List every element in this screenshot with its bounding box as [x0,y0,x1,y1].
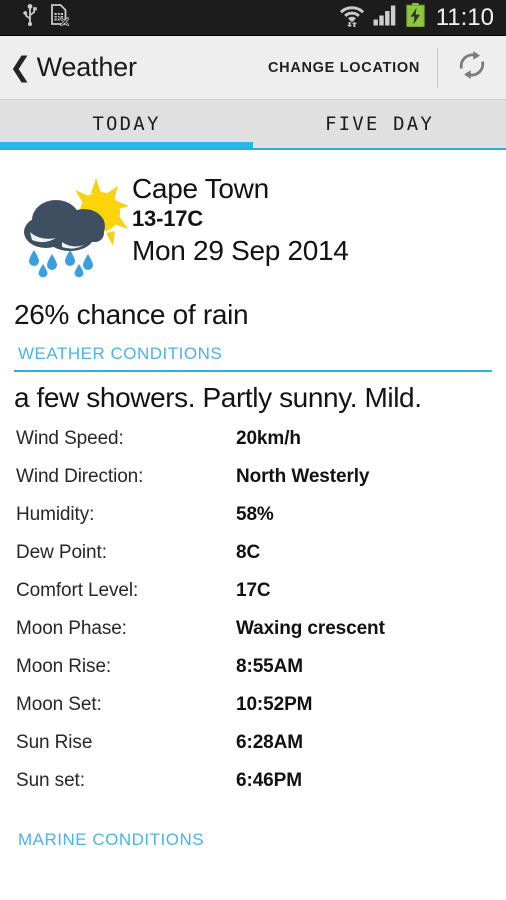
city-name: Cape Town [132,173,269,204]
tab-five-day[interactable]: FIVE DAY [253,100,506,148]
table-row: Dew Point: 8C [0,542,506,580]
change-location-button[interactable]: CHANGE LOCATION [251,60,437,76]
battery-charging-icon [406,3,425,32]
no-sim-icon [50,4,70,31]
today-panel: Cape Town 13-17C Mon 29 Sep 2014 26% cha… [0,150,506,850]
table-row: Sun set: 6:46PM [0,770,506,808]
detail-value: Waxing crescent [236,618,385,639]
detail-label: Moon Set: [16,694,102,715]
detail-value: 17C [236,580,271,601]
detail-value: 8C [236,542,261,563]
detail-value: North Westerly [236,466,370,487]
rain-chance-text: 26% chance of rain [14,299,249,330]
back-chevron-icon: ❮ [9,52,32,82]
detail-value: 58% [236,504,274,525]
signal-icon [373,4,398,31]
usb-icon [22,4,38,31]
table-row: Wind Speed: 20km/h [0,428,506,466]
tab-today[interactable]: TODAY [0,100,253,148]
detail-label: Comfort Level: [16,580,139,601]
tab-bar: TODAY FIVE DAY [0,100,506,148]
page-title: Weather [36,52,137,82]
detail-label: Moon Phase: [16,618,127,639]
wifi-icon [339,3,365,32]
weather-conditions-header: WEATHER CONDITIONS [18,344,223,363]
detail-label: Dew Point: [16,542,107,563]
rain-sun-cloud-icon [0,166,132,283]
detail-label: Sun set: [16,770,85,791]
back-button[interactable]: ❮ Weather [0,52,137,83]
table-row: Humidity: 58% [0,504,506,542]
detail-label: Wind Speed: [16,428,124,449]
status-bar-right-icons: 11:10 [339,3,506,32]
location-block: Cape Town 13-17C Mon 29 Sep 2014 [132,166,349,267]
action-bar: ❮ Weather CHANGE LOCATION [0,36,506,100]
detail-label: Sun Rise [16,732,93,753]
active-tab-indicator [0,142,253,148]
detail-value: 20km/h [236,428,301,449]
table-row: Sun Rise 6:28AM [0,732,506,770]
action-bar-actions: CHANGE LOCATION [251,36,506,99]
weather-app-screen: 11:10 ❮ Weather CHANGE LOCATION TODAY FI… [0,0,506,900]
refresh-icon [455,48,489,87]
forecast-date: Mon 29 Sep 2014 [132,234,349,266]
temperature-range: 13-17C [132,206,203,232]
status-bar: 11:10 [0,0,506,36]
status-bar-left-icons [0,4,70,31]
detail-value: 6:46PM [236,770,302,791]
detail-label: Moon Rise: [16,656,112,677]
current-weather-summary: Cape Town 13-17C Mon 29 Sep 2014 [0,150,506,283]
weather-detail-list: Wind Speed: 20km/h Wind Direction: North… [0,414,506,808]
detail-label: Humidity: [16,504,95,525]
table-row: Moon Set: 10:52PM [0,694,506,732]
table-row: Moon Phase: Waxing crescent [0,618,506,656]
detail-value: 10:52PM [236,694,313,715]
status-bar-clock: 11:10 [435,3,494,31]
detail-value: 6:28AM [236,732,303,753]
detail-value: 8:55AM [236,656,303,677]
refresh-button[interactable] [438,36,506,99]
table-row: Wind Direction: North Westerly [0,466,506,504]
table-row: Comfort Level: 17C [0,580,506,618]
marine-conditions-header: MARINE CONDITIONS [18,830,205,849]
detail-label: Wind Direction: [16,466,144,487]
condition-description: a few showers. Partly sunny. Mild. [14,382,422,413]
table-row: Moon Rise: 8:55AM [0,656,506,694]
